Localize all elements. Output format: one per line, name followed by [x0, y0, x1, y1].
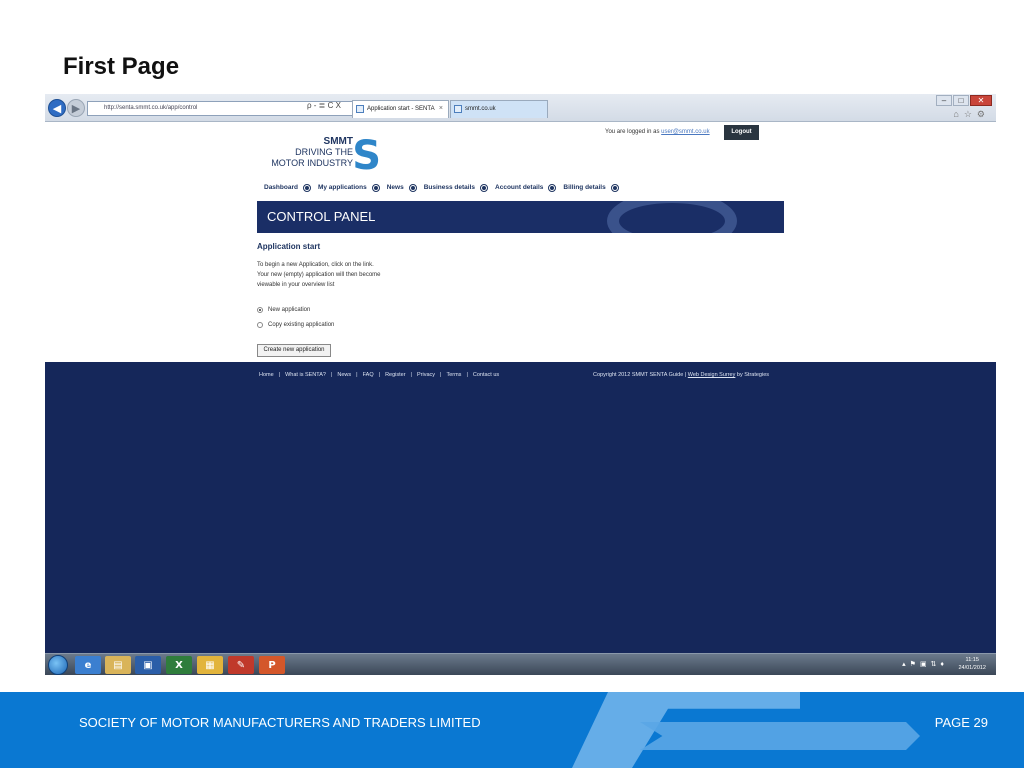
smmt-s-icon: S — [352, 133, 381, 179]
nav-news[interactable]: News — [387, 184, 404, 191]
page-icon — [454, 105, 462, 113]
minimize-icon[interactable]: – — [936, 95, 952, 106]
logout-button[interactable]: Logout — [724, 125, 759, 140]
footer-link-faq[interactable]: FAQ — [363, 372, 374, 378]
nav-bullet-icon — [408, 183, 417, 192]
address-controls[interactable]: ρ - ≣ C X — [307, 101, 341, 110]
page-icon — [356, 105, 364, 113]
logo-line: MOTOR INDUSTRY — [271, 158, 353, 168]
footer-separator: | — [410, 372, 412, 378]
close-tab-icon[interactable]: × — [439, 105, 443, 112]
internet-explorer-icon[interactable]: e — [75, 656, 101, 674]
folder-icon[interactable]: ▦ — [197, 656, 223, 674]
slide-title: First Page — [63, 53, 180, 80]
logo-line: SMMT — [323, 136, 353, 147]
excel-icon[interactable]: X — [166, 656, 192, 674]
browser-chrome: ◀ ▶ http://senta.smmt.co.uk/app/control … — [45, 94, 996, 122]
footer-separator: | — [278, 372, 281, 378]
copyright-text: Copyright 2012 SMMT SENTA Guide | — [593, 372, 687, 378]
acrobat-icon[interactable]: ✎ — [228, 656, 254, 674]
footer-link-privacy[interactable]: Privacy — [417, 372, 435, 378]
footer-separator: | — [378, 372, 381, 378]
start-button-icon[interactable] — [48, 655, 68, 675]
logged-in-prefix: You are logged in as — [605, 129, 660, 135]
forward-arrow-icon[interactable]: ▶ — [67, 99, 85, 117]
footer-link-news[interactable]: News — [337, 372, 351, 378]
web-design-link[interactable]: Web Design Surrey — [688, 372, 736, 378]
logged-in-email-link[interactable]: user@smmt.co.uk — [661, 129, 709, 135]
system-tray-icons[interactable]: ▴⚑▣⇅♦ — [902, 660, 948, 668]
nav-account-details[interactable]: Account details — [495, 184, 543, 191]
section-heading: Application start — [257, 242, 321, 251]
outlook-icon[interactable]: ▣ — [135, 656, 161, 674]
tab-application-start[interactable]: Application start - SENTA × — [352, 100, 449, 118]
slide-footer: SOCIETY OF MOTOR MANUFACTURERS AND TRADE… — [0, 692, 1024, 768]
logo-line: DRIVING THE — [295, 147, 353, 157]
web-page: You are logged in as user@smmt.co.uk Log… — [45, 122, 996, 362]
footer-link-what-is-senta[interactable]: What is SENTA? — [285, 372, 326, 378]
nav-billing-details[interactable]: Billing details — [563, 184, 605, 191]
nav-bullet-icon — [610, 183, 619, 192]
footer-links: Home | What is SENTA? | News | FAQ | Reg… — [259, 372, 499, 378]
nav-bullet-icon — [302, 183, 311, 192]
radio-copy-existing[interactable]: Copy existing application — [257, 322, 334, 328]
control-panel-banner: CONTROL PANEL — [257, 201, 784, 233]
tab-smmt[interactable]: smmt.co.uk — [450, 100, 548, 118]
intro-text: To begin a new Application, click on the… — [257, 262, 381, 288]
smmt-logo[interactable]: SMMT DRIVING THE MOTOR INDUSTRY S — [261, 136, 381, 176]
footer-link-contact[interactable]: Contact us — [473, 372, 499, 378]
clock-time: 11:15 — [965, 657, 979, 663]
footer-separator: | — [330, 372, 333, 378]
window-controls: – □ ✕ — [936, 95, 992, 106]
nav-bullet-icon — [371, 183, 380, 192]
clock-date: 24/01/2012 — [958, 665, 986, 671]
maximize-icon[interactable]: □ — [953, 95, 969, 106]
footer-copyright: Copyright 2012 SMMT SENTA Guide | Web De… — [593, 372, 769, 378]
file-explorer-icon[interactable]: ▤ — [105, 656, 131, 674]
tab-label: Application start - SENTA — [367, 106, 435, 112]
copyright-suffix: by Strategies — [736, 372, 770, 378]
footer-link-terms[interactable]: Terms — [446, 372, 461, 378]
nav-bullet-icon — [480, 183, 489, 192]
windows-taskbar: e ▤ ▣ X ▦ ✎ P ▴⚑▣⇅♦ 11:15 24/01/2012 — [45, 653, 996, 675]
footer-separator: | — [466, 372, 468, 378]
banner-swoosh — [607, 201, 737, 233]
footer-link-register[interactable]: Register — [385, 372, 405, 378]
nav-my-applications[interactable]: My applications — [318, 184, 367, 191]
radio-button[interactable] — [257, 307, 263, 313]
banner-title: CONTROL PANEL — [267, 209, 376, 224]
nav-business-details[interactable]: Business details — [424, 184, 475, 191]
site-footer: Home | What is SENTA? | News | FAQ | Reg… — [45, 362, 996, 653]
tab-label: smmt.co.uk — [465, 106, 496, 112]
footer-separator: | — [440, 372, 442, 378]
close-window-icon[interactable]: ✕ — [970, 95, 992, 106]
taskbar-clock[interactable]: 11:15 24/01/2012 — [958, 656, 986, 672]
browser-tool-icons[interactable]: ⌂☆⚙ — [953, 109, 990, 120]
logo-text: SMMT DRIVING THE MOTOR INDUSTRY — [271, 136, 353, 169]
footer-swoosh — [640, 722, 920, 750]
footer-separator: | — [356, 372, 358, 378]
site-navigation: Dashboard My applications News Business … — [264, 183, 626, 192]
nav-bullet-icon — [548, 183, 557, 192]
powerpoint-icon[interactable]: P — [259, 656, 285, 674]
create-new-application-button[interactable]: Create new application — [257, 344, 331, 357]
organisation-name: SOCIETY OF MOTOR MANUFACTURERS AND TRADE… — [79, 715, 481, 730]
footer-link-home[interactable]: Home — [259, 372, 274, 378]
browser-screenshot: ◀ ▶ http://senta.smmt.co.uk/app/control … — [45, 94, 996, 675]
page-number: PAGE 29 — [934, 715, 988, 730]
radio-button[interactable] — [257, 322, 263, 328]
radio-new-application[interactable]: New application — [257, 307, 310, 313]
back-arrow-icon[interactable]: ◀ — [48, 99, 66, 117]
radio-label: New application — [268, 307, 311, 313]
nav-dashboard[interactable]: Dashboard — [264, 184, 298, 191]
radio-label: Copy existing application — [268, 322, 335, 328]
logged-in-status: You are logged in as user@smmt.co.uk — [605, 129, 710, 135]
